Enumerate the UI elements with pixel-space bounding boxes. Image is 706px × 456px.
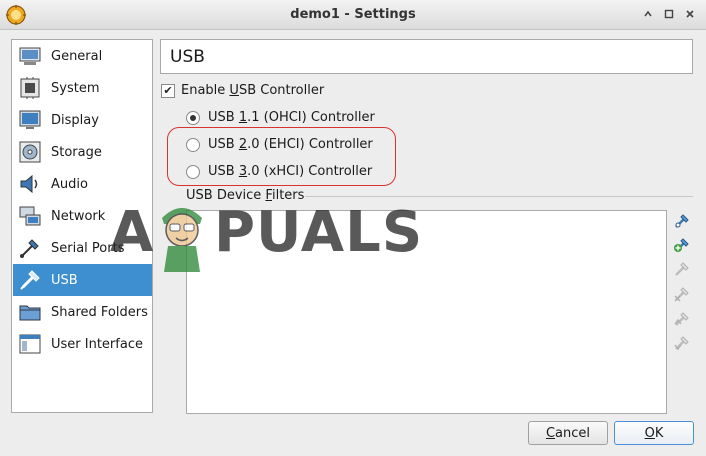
annotation-highlight-ring bbox=[167, 127, 396, 186]
cancel-button[interactable]: Cancel bbox=[528, 421, 608, 445]
label-part: SB Controller bbox=[238, 83, 325, 98]
sidebar-item-serial-ports[interactable]: Serial Ports bbox=[13, 232, 152, 264]
remove-filter-icon[interactable] bbox=[673, 285, 691, 303]
display-icon bbox=[19, 110, 41, 129]
sidebar-item-network[interactable]: Network bbox=[13, 200, 152, 232]
label-mnemonic: 1 bbox=[238, 110, 248, 125]
title-bar: demo1 - Settings bbox=[0, 0, 706, 30]
button-mnemonic: O bbox=[644, 425, 655, 441]
button-mnemonic: C bbox=[545, 425, 556, 441]
ok-button[interactable]: OK bbox=[614, 421, 694, 445]
sidebar-item-label: Storage bbox=[51, 144, 102, 160]
edit-filter-icon[interactable] bbox=[673, 260, 691, 278]
network-icon bbox=[19, 206, 41, 226]
system-icon bbox=[20, 77, 40, 99]
storage-icon bbox=[19, 141, 41, 163]
usb-icon bbox=[20, 270, 40, 290]
label-part: ilters bbox=[271, 188, 305, 203]
button-label: K bbox=[654, 425, 664, 441]
close-button[interactable] bbox=[683, 7, 697, 21]
label-mnemonic: U bbox=[229, 83, 239, 98]
label-part: .1 (OHCI) Controller bbox=[247, 110, 375, 125]
sidebar-item-audio[interactable]: Audio bbox=[13, 168, 152, 200]
sidebar-item-display[interactable]: Display bbox=[13, 104, 152, 136]
restore-button[interactable] bbox=[662, 7, 676, 21]
label-part: USB Device bbox=[186, 188, 266, 203]
section-divider bbox=[305, 196, 693, 197]
sidebar-item-label: Shared Folders bbox=[51, 304, 148, 320]
sidebar-item-usb[interactable]: USB bbox=[13, 264, 152, 296]
page-header: USB bbox=[160, 39, 693, 74]
add-empty-filter-icon[interactable] bbox=[673, 212, 691, 230]
checkbox-box[interactable]: ✔ bbox=[161, 83, 175, 98]
sidebar-item-label: User Interface bbox=[51, 336, 143, 352]
move-filter-down-icon[interactable] bbox=[673, 334, 691, 352]
label-part: Enable bbox=[181, 83, 230, 98]
sidebar-item-system[interactable]: System bbox=[13, 72, 152, 104]
usb-device-filters-label: USB Device Filters bbox=[186, 188, 304, 203]
usb-1-1-radio[interactable]: USB 1.1 (OHCI) Controller bbox=[186, 110, 375, 125]
usb-filter-list[interactable] bbox=[186, 210, 667, 414]
close-icon bbox=[686, 10, 694, 18]
sidebar-item-user-interface[interactable]: User Interface bbox=[13, 328, 152, 360]
chevron-up-icon bbox=[644, 10, 652, 17]
sidebar-item-label: System bbox=[51, 80, 100, 96]
sidebar-item-label: USB bbox=[51, 272, 78, 288]
label-part: USB bbox=[208, 110, 239, 125]
user-interface-icon bbox=[19, 334, 41, 354]
maximize-button[interactable] bbox=[641, 7, 655, 21]
audio-icon bbox=[20, 174, 38, 194]
sidebar-item-label: General bbox=[51, 48, 103, 64]
sidebar-item-label: Audio bbox=[51, 176, 88, 192]
move-filter-up-icon[interactable] bbox=[673, 310, 691, 328]
sidebar-item-shared-folders[interactable]: Shared Folders bbox=[13, 296, 152, 328]
sidebar-item-storage[interactable]: Storage bbox=[13, 136, 152, 168]
button-label: ancel bbox=[555, 425, 591, 441]
window-title: demo1 - Settings bbox=[290, 7, 416, 22]
checkmark-icon: ✔ bbox=[163, 84, 173, 97]
square-icon bbox=[664, 9, 674, 19]
sidebar-item-general[interactable]: General bbox=[13, 40, 152, 72]
enable-usb-label: Enable USB Controller bbox=[181, 83, 324, 98]
serial-ports-icon bbox=[20, 239, 39, 258]
radio-button-checked[interactable] bbox=[186, 110, 200, 125]
sidebar-item-label: Display bbox=[51, 112, 99, 128]
radio-label: USB 1.1 (OHCI) Controller bbox=[208, 110, 375, 125]
shared-folders-icon bbox=[19, 305, 41, 321]
add-filter-from-device-icon[interactable] bbox=[673, 236, 691, 254]
enable-usb-checkbox[interactable]: ✔ Enable USB Controller bbox=[161, 83, 324, 98]
settings-sidebar: General System Display Storage Audio Net… bbox=[11, 39, 153, 413]
sidebar-item-label: Serial Ports bbox=[51, 240, 125, 256]
sidebar-item-label: Network bbox=[51, 208, 106, 224]
general-icon bbox=[19, 47, 41, 65]
page-title: USB bbox=[170, 47, 205, 67]
